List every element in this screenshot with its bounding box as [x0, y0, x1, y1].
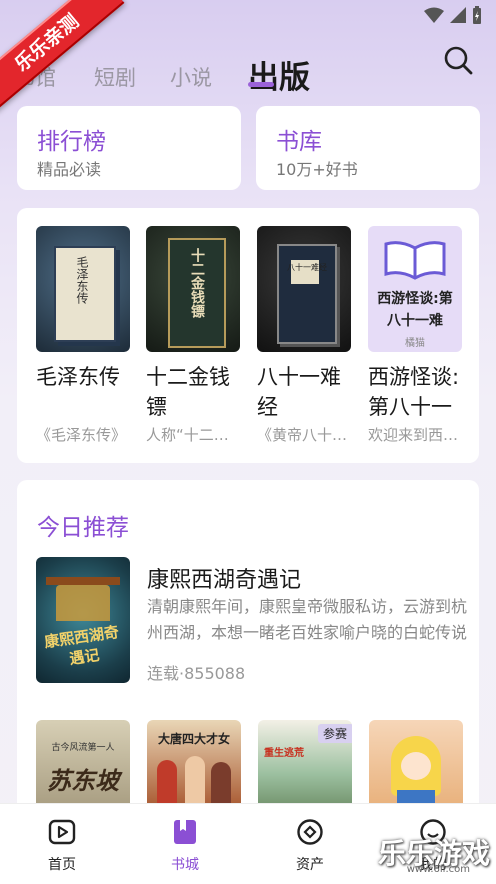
- book-shelf: 毛泽东传 毛泽东传 《毛泽东传》 十二金钱镖 十二金钱镖 人称“十二金钱镖” 八…: [17, 208, 479, 463]
- home-play-icon: [48, 819, 76, 845]
- cover-text: 苏东坡: [47, 767, 119, 795]
- featured-cover-text: 康熙西湖奇遇记: [43, 622, 120, 668]
- book-title: 十二金钱镖: [146, 365, 230, 419]
- library-card[interactable]: 书库 10万+好书: [256, 106, 480, 190]
- featured-cover[interactable]: 康熙西湖奇遇记: [36, 557, 130, 683]
- watermark-url: www.6ll.com: [406, 864, 470, 875]
- ranking-card[interactable]: 排行榜 精品必读: [17, 106, 241, 190]
- contest-badge: 参赛: [317, 724, 352, 743]
- book-cover: 八十一难经: [257, 226, 351, 352]
- nav-bookstore-label: 书城: [171, 857, 199, 873]
- featured-meta: 连载·855088: [147, 664, 246, 683]
- featured-title[interactable]: 康熙西湖奇遇记: [147, 562, 301, 594]
- cover-small-text: 古今风流第一人: [51, 743, 115, 753]
- recommend-heading: 今日推荐: [37, 515, 129, 541]
- cover-text: 八十一难经: [287, 263, 327, 272]
- library-subtitle: 10万+好书: [276, 160, 358, 179]
- book-title: 毛泽东传: [36, 365, 120, 389]
- tab-novel[interactable]: 小说: [170, 62, 212, 92]
- book-desc: 《黄帝八十一难经》: [257, 426, 351, 444]
- cover-author: 橘猫: [405, 338, 425, 349]
- ranking-subtitle: 精品必读: [37, 160, 102, 179]
- nav-home[interactable]: 首页: [27, 818, 97, 874]
- nav-bookstore[interactable]: 书城: [150, 818, 220, 874]
- book-cover[interactable]: 古今风流第一人 苏东坡: [36, 720, 130, 810]
- book-item[interactable]: 西游怪谈:第八十一难 橘猫 西游怪谈:第八十一难 欢迎来到西游世界: [368, 226, 462, 445]
- assets-icon: [297, 819, 323, 845]
- cover-text: 大唐四大才女: [157, 732, 230, 746]
- nav-assets[interactable]: 资产: [275, 818, 345, 874]
- book-title: 八十一难经: [257, 365, 341, 419]
- book-cover: 毛泽东传: [36, 226, 130, 352]
- tab-short-drama[interactable]: 短剧: [94, 62, 136, 92]
- nav-assets-label: 资产: [296, 857, 324, 873]
- book-cover[interactable]: 大唐四大才女: [147, 720, 241, 810]
- library-title: 书库: [276, 129, 322, 155]
- search-icon[interactable]: [442, 44, 474, 76]
- book-title: 西游怪谈:第八十一难: [368, 365, 460, 419]
- book-cover: 十二金钱镖: [146, 226, 240, 352]
- featured-desc: 清朝康熙年间，康熙皇帝微服私访，云游到杭州西湖，本想一睹老百姓家喻户晓的白蛇传说: [147, 597, 468, 642]
- status-bar: [424, 6, 482, 24]
- open-book-icon: [384, 241, 446, 280]
- book-desc: 人称“十二金钱镖”: [146, 426, 240, 444]
- nav-home-label: 首页: [48, 857, 76, 873]
- book-cover[interactable]: 参赛 重生逃荒: [258, 720, 352, 810]
- cover-text: 西游怪谈:第八十一难: [377, 291, 453, 329]
- book-item[interactable]: 毛泽东传 毛泽东传 《毛泽东传》: [36, 226, 130, 445]
- ranking-title: 排行榜: [37, 129, 106, 155]
- signal-icon: [450, 7, 466, 23]
- top-tabs: 书馆 短剧 小说 出版: [0, 52, 420, 96]
- book-desc: 欢迎来到西游世界: [368, 426, 462, 444]
- book-cover: 西游怪谈:第八十一难 橘猫: [368, 226, 462, 352]
- cover-text: 重生逃荒: [264, 748, 304, 759]
- battery-icon: [473, 6, 481, 24]
- book-item[interactable]: 十二金钱镖 十二金钱镖 人称“十二金钱镖”: [146, 226, 240, 445]
- tab-publishing[interactable]: 出版: [248, 52, 310, 97]
- active-tab-indicator: [248, 82, 274, 87]
- wifi-icon: [424, 7, 444, 23]
- cover-text: 毛泽东传: [75, 256, 89, 304]
- book-cover[interactable]: [369, 720, 463, 810]
- book-item[interactable]: 八十一难经 八十一难经 《黄帝八十一难经》: [257, 226, 351, 445]
- cover-text: 十二金钱镖: [189, 248, 205, 318]
- book-desc: 《毛泽东传》: [36, 426, 127, 444]
- bookmark-icon: [174, 820, 196, 844]
